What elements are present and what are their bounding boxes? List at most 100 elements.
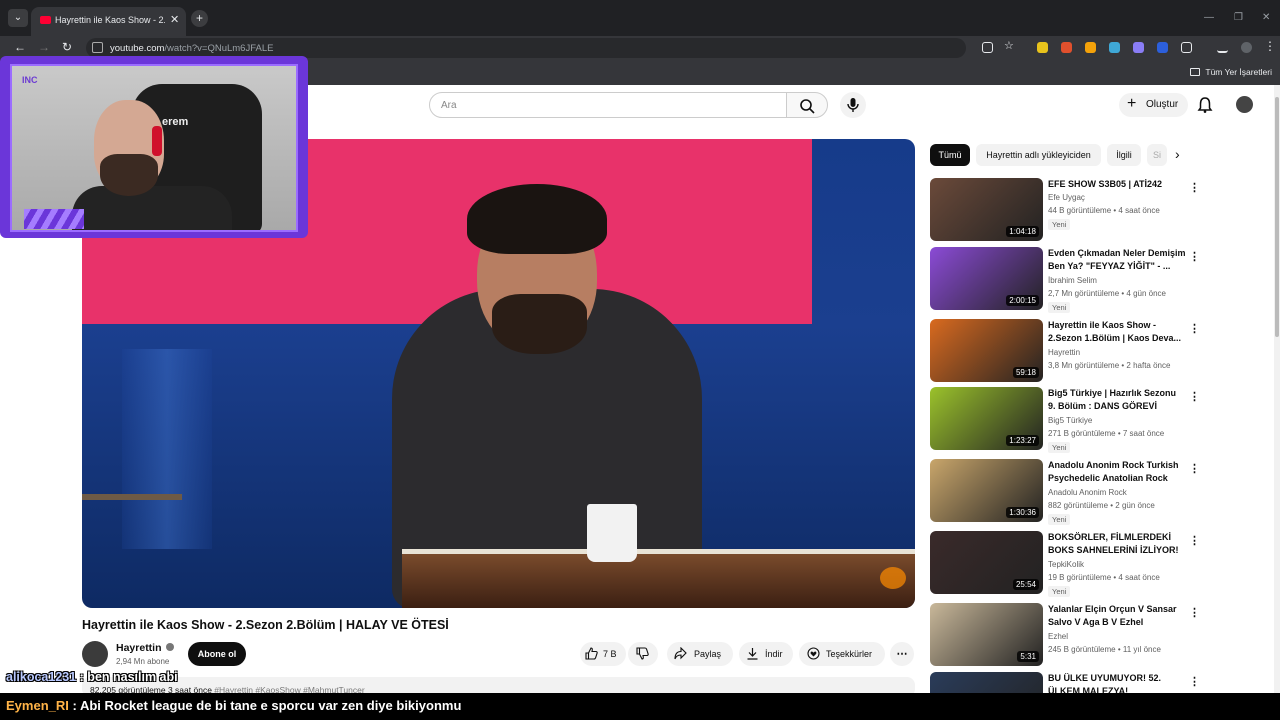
channel-name[interactable]: İbrahim Selim (1048, 276, 1097, 285)
video-title[interactable]: EFE SHOW S3B05 | ATİ242 (1048, 178, 1186, 191)
chevron-right-icon[interactable]: › (1175, 146, 1180, 162)
video-title[interactable]: Anadolu Anonim Rock Turkish Psychedelic … (1048, 459, 1186, 485)
share-button[interactable]: Paylaş (667, 642, 733, 666)
channel-name[interactable]: TepkiKolik (1048, 560, 1084, 569)
video-thumbnail[interactable]: 1:30:36 (930, 459, 1043, 522)
recommended-video[interactable]: 1:23:27 Big5 Türkiye | Hazırlık Sezonu 9.… (930, 387, 1270, 453)
more-options-icon[interactable]: ⋮ (1189, 390, 1200, 403)
channel-name[interactable]: Hayrettin (1048, 348, 1080, 357)
chat-text: : ben nasılım abi (76, 670, 178, 684)
extension-icon[interactable] (1157, 42, 1168, 53)
thanks-button[interactable]: Teşekkürler (799, 642, 885, 666)
account-avatar[interactable] (1236, 96, 1253, 113)
recommended-video[interactable]: 2:00:15 Evden Çıkmadan Neler Demişim Ben … (930, 247, 1270, 313)
recommended-video[interactable]: 1:30:36 Anadolu Anonim Rock Turkish Psych… (930, 459, 1270, 525)
channel-avatar[interactable] (82, 641, 108, 667)
overlay-tag: INC (22, 75, 38, 85)
more-options-icon[interactable]: ⋮ (1189, 181, 1200, 194)
video-title[interactable]: Evden Çıkmadan Neler Demişim Ben Ya? "FE… (1048, 247, 1186, 273)
more-options-icon[interactable]: ⋮ (1189, 534, 1200, 547)
scrollbar-thumb[interactable] (1275, 97, 1279, 337)
url-field[interactable]: youtube.com/watch?v=QNuLm6JFALE (86, 38, 966, 58)
recommended-video[interactable]: 5:31 Yalanlar Elçin Orçun V Sansar Salvo … (930, 603, 1270, 669)
video-title[interactable]: Yalanlar Elçin Orçun V Sansar Salvo V Ag… (1048, 603, 1186, 629)
chip-more[interactable]: Si (1147, 144, 1167, 166)
browser-tab[interactable]: Hayrettin ile Kaos Show - 2.Sez... ✕ (31, 7, 186, 36)
create-label: Oluştur (1146, 99, 1179, 110)
video-title[interactable]: BOKSÖRLER, FİLMLERDEKİ BOKS SAHNELERİNİ … (1048, 531, 1186, 557)
video-title[interactable]: BU ÜLKE UYUMUYOR! 52. ÜLKEM MALEZYA! (1048, 672, 1186, 693)
create-button[interactable]: + Oluştur (1119, 93, 1188, 117)
recommended-video[interactable]: BU ÜLKE UYUMUYOR! 52. ÜLKEM MALEZYA! ⋮ (930, 672, 1270, 693)
reload-icon[interactable]: ↻ (62, 40, 72, 54)
host-hair (467, 184, 607, 254)
maximize-button[interactable]: ❐ (1234, 12, 1243, 23)
chip-from-uploader[interactable]: Hayrettin adlı yükleyiciden (976, 144, 1101, 166)
desk (402, 554, 915, 608)
minimize-button[interactable]: — (1204, 12, 1214, 23)
all-bookmarks-button[interactable]: Tüm Yer İşaretleri (1190, 67, 1272, 77)
profile-icon[interactable] (1241, 42, 1252, 53)
extension-icon[interactable] (1061, 42, 1072, 53)
extension-icon[interactable] (1133, 42, 1144, 53)
chip-all[interactable]: Tümü (930, 144, 970, 166)
browser-menu-icon[interactable]: ⋮ (1264, 39, 1276, 53)
close-window-button[interactable]: ✕ (1262, 12, 1270, 23)
video-meta: 19 B görüntüleme • 4 saat önce (1048, 573, 1160, 582)
video-thumbnail[interactable]: 5:31 (930, 603, 1043, 666)
share-icon (674, 647, 687, 660)
page-scrollbar[interactable] (1274, 85, 1280, 693)
more-options-icon[interactable]: ⋮ (1189, 250, 1200, 263)
channel-name[interactable]: Ezhel (1048, 632, 1068, 641)
video-duration: 5:31 (1017, 651, 1039, 662)
video-thumbnail[interactable]: 59:18 (930, 319, 1043, 382)
video-thumbnail[interactable]: 1:23:27 (930, 387, 1043, 450)
bookmark-star-icon[interactable]: ☆ (1004, 39, 1015, 52)
more-actions-icon[interactable]: ⋯ (890, 642, 914, 666)
more-options-icon[interactable]: ⋮ (1189, 675, 1200, 688)
download-button[interactable]: İndir (739, 642, 793, 666)
new-badge: Yeni (1048, 586, 1071, 597)
subscribe-button[interactable]: Abone ol (188, 642, 246, 666)
video-thumbnail[interactable] (930, 672, 1043, 693)
video-thumbnail[interactable]: 2:00:15 (930, 247, 1043, 310)
video-title[interactable]: Hayrettin ile Kaos Show - 2.Sezon 1.Bölü… (1048, 319, 1186, 345)
recommended-video[interactable]: 25:54 BOKSÖRLER, FİLMLERDEKİ BOKS SAHNELE… (930, 531, 1270, 597)
channel-name[interactable]: Big5 Türkiye (1048, 416, 1092, 425)
video-thumbnail[interactable]: 1:04:18 (930, 178, 1043, 241)
search-box[interactable]: Ara (429, 92, 787, 118)
media-controls-icon[interactable] (1217, 42, 1228, 53)
extension-icon[interactable] (1037, 42, 1048, 53)
share-label: Paylaş (694, 649, 722, 659)
voice-search-button[interactable] (840, 92, 866, 118)
search-input[interactable]: Ara (441, 100, 457, 111)
channel-name[interactable]: Hayrettin (116, 642, 174, 654)
search-button[interactable] (786, 92, 828, 118)
dislike-button[interactable] (628, 642, 658, 666)
more-options-icon[interactable]: ⋮ (1189, 322, 1200, 335)
notifications-bell-icon[interactable] (1196, 96, 1214, 114)
channel-name[interactable]: Efe Uygaç (1048, 193, 1085, 202)
chip-related[interactable]: İlgili (1107, 144, 1141, 166)
extension-icon[interactable] (1109, 42, 1120, 53)
channel-name[interactable]: Anadolu Anonim Rock (1048, 488, 1127, 497)
recommended-video[interactable]: 1:04:18 EFE SHOW S3B05 | ATİ242 Efe Uygaç 4… (930, 178, 1270, 244)
video-thumbnail[interactable]: 25:54 (930, 531, 1043, 594)
description-box[interactable]: 82.205 görüntüleme 3 saat önce #Hayretti… (82, 677, 915, 693)
tab-search-button[interactable]: ⌄ (8, 9, 28, 27)
like-button[interactable]: 7 B (580, 642, 626, 666)
more-options-icon[interactable]: ⋮ (1189, 462, 1200, 475)
more-options-icon[interactable]: ⋮ (1189, 606, 1200, 619)
back-icon[interactable]: ← (14, 40, 26, 54)
site-info-icon[interactable] (92, 42, 103, 53)
tab-close-icon[interactable]: ✕ (170, 13, 179, 26)
chat-username: alikoca1231 (6, 670, 77, 684)
forward-icon[interactable]: → (38, 40, 50, 54)
video-title[interactable]: Big5 Türkiye | Hazırlık Sezonu 9. Bölüm … (1048, 387, 1186, 413)
extension-icon[interactable] (1085, 42, 1096, 53)
new-tab-button[interactable]: + (191, 10, 208, 27)
recommended-video[interactable]: 59:18 Hayrettin ile Kaos Show - 2.Sezon 1… (930, 319, 1270, 385)
cast-icon[interactable] (982, 42, 993, 53)
extensions-puzzle-icon[interactable] (1181, 42, 1192, 53)
hashtags[interactable]: #Hayrettin #KaosShow #MahmutTuncer (214, 685, 364, 693)
